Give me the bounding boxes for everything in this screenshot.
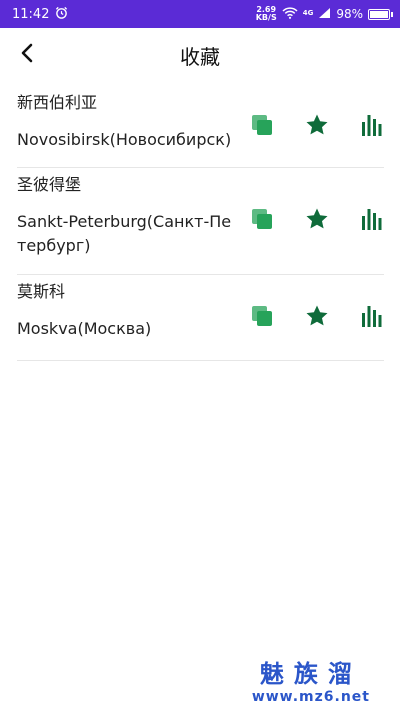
city-name-en: Moskva(Москва) <box>17 319 152 338</box>
network-speed: 2.69 KB/S <box>256 6 277 22</box>
battery-icon <box>368 8 393 20</box>
page-title: 收藏 <box>180 44 220 69</box>
wifi-icon <box>282 6 298 22</box>
bar-chart-icon <box>361 304 383 332</box>
network-speed-unit: KB/S <box>255 13 277 22</box>
clock: 11:42 <box>12 6 50 22</box>
status-left: 11:42 <box>12 6 68 23</box>
back-button[interactable] <box>12 40 42 70</box>
star-icon <box>305 207 329 235</box>
status-bar: 11:42 2.69 KB/S 4G 98% <box>0 0 400 28</box>
favorite-button[interactable] <box>305 113 329 141</box>
favorite-button[interactable] <box>305 304 329 332</box>
chevron-left-icon <box>20 43 34 67</box>
star-icon <box>305 113 329 141</box>
bar-chart-icon <box>361 207 383 235</box>
status-right: 2.69 KB/S 4G 98% <box>256 6 393 22</box>
copy-icon <box>250 304 274 332</box>
app-bar: 收藏 <box>0 28 400 82</box>
favorite-button[interactable] <box>305 207 329 235</box>
list-item[interactable]: 莫斯科 Moskva(Москва) <box>17 275 384 361</box>
signal-icon <box>318 7 331 22</box>
item-actions <box>250 275 384 360</box>
item-actions <box>250 168 384 274</box>
copy-icon <box>250 207 274 235</box>
stats-button[interactable] <box>360 304 384 332</box>
list-item[interactable]: 新西伯利亚 Novosibirsk(Новосибирск) <box>17 86 384 168</box>
bar-chart-icon <box>361 113 383 141</box>
watermark: 魅族溜 www.mz6.net <box>252 654 370 705</box>
city-name-en: Novosibirsk(Новосибирск) <box>17 130 232 149</box>
battery-percent: 98% <box>336 7 363 21</box>
copy-icon <box>250 113 274 141</box>
watermark-url: www.mz6.net <box>251 689 370 705</box>
stats-button[interactable] <box>360 209 384 233</box>
copy-button[interactable] <box>250 304 274 332</box>
list-item[interactable]: 圣彼得堡 Sankt-Peterburg(Санкт-Петербург) <box>17 168 384 275</box>
battery-fill <box>370 10 388 18</box>
city-name-en: Sankt-Peterburg(Санкт-Петербург) <box>17 212 232 255</box>
item-actions <box>250 86 384 167</box>
favorites-list: 新西伯利亚 Novosibirsk(Новосибирск) 圣彼得堡 Sank… <box>17 86 384 361</box>
copy-button[interactable] <box>250 209 274 233</box>
copy-button[interactable] <box>250 113 274 141</box>
network-type: 4G <box>302 9 314 17</box>
stats-button[interactable] <box>360 113 384 141</box>
alarm-icon <box>55 6 68 23</box>
watermark-brand: 魅族溜 <box>259 659 362 688</box>
star-icon <box>305 304 329 332</box>
